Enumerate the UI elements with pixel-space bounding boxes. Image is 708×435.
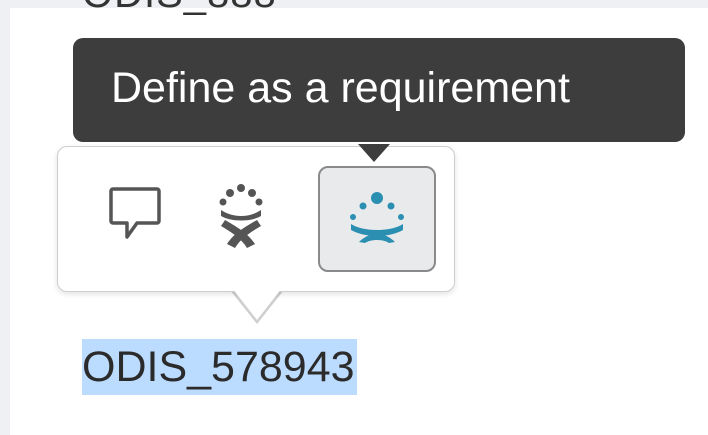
popup-arrow xyxy=(232,288,282,320)
comment-button[interactable] xyxy=(95,177,175,257)
define-requirement-button[interactable] xyxy=(318,166,436,272)
tooltip-text: Define as a requirement xyxy=(111,64,570,112)
clipped-top-text: ODIS_888 xyxy=(82,0,277,17)
requirement-icon xyxy=(345,190,409,249)
tooltip-arrow xyxy=(358,144,390,162)
tooltip: Define as a requirement xyxy=(73,38,685,142)
confluence-icon xyxy=(217,182,265,253)
confluence-button[interactable] xyxy=(201,177,281,257)
inline-action-popup xyxy=(57,146,455,292)
comment-icon xyxy=(107,185,163,250)
selected-text[interactable]: ODIS_578943 xyxy=(82,339,357,395)
